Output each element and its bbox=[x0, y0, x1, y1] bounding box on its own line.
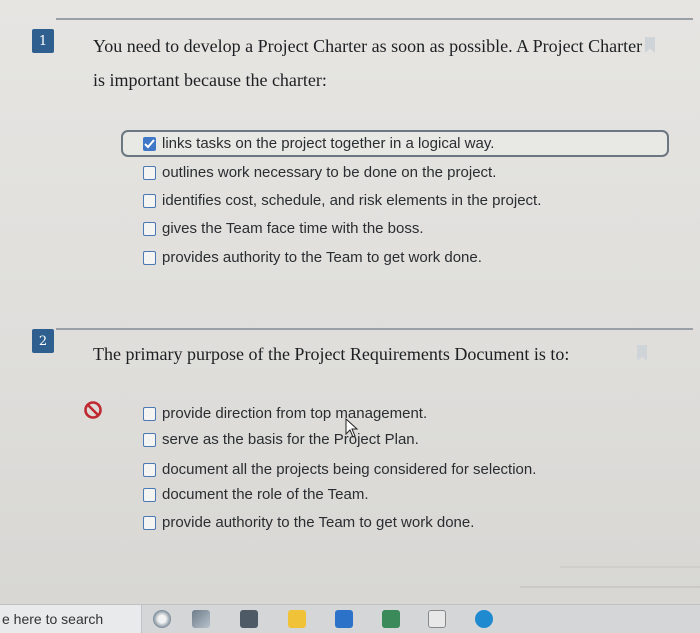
checkbox[interactable] bbox=[143, 515, 156, 530]
question-1-option-4[interactable]: gives the Team face time with the boss. bbox=[143, 220, 424, 237]
question-2-option-3[interactable]: document all the projects being consider… bbox=[143, 461, 536, 478]
file-explorer-icon[interactable] bbox=[240, 610, 258, 628]
checkbox-checked[interactable] bbox=[143, 136, 156, 151]
checkbox[interactable] bbox=[143, 406, 156, 421]
option-label: document the role of the Team. bbox=[162, 486, 369, 503]
question-2-number-badge: 2 bbox=[32, 329, 54, 353]
question-1-divider bbox=[56, 18, 693, 20]
app-icon[interactable] bbox=[428, 610, 446, 628]
question-2-option-1[interactable]: provide direction from top management. bbox=[143, 405, 427, 422]
task-view-icon[interactable] bbox=[192, 610, 210, 628]
question-2-option-5[interactable]: provide authority to the Team to get wor… bbox=[143, 514, 474, 531]
bookmark-icon[interactable] bbox=[645, 37, 655, 53]
windows-taskbar: e here to search bbox=[0, 604, 700, 633]
checkbox[interactable] bbox=[143, 432, 156, 447]
option-label: identifies cost, schedule, and risk elem… bbox=[162, 192, 542, 209]
app-icon[interactable] bbox=[382, 610, 400, 628]
store-icon[interactable] bbox=[288, 610, 306, 628]
checkmark-icon bbox=[144, 138, 155, 148]
screen-glare bbox=[520, 586, 700, 588]
option-label: provides authority to the Team to get wo… bbox=[162, 249, 482, 266]
checkbox[interactable] bbox=[143, 221, 156, 236]
question-1-option-3[interactable]: identifies cost, schedule, and risk elem… bbox=[143, 192, 541, 209]
option-label: serve as the basis for the Project Plan. bbox=[162, 431, 419, 448]
mail-icon[interactable] bbox=[335, 610, 353, 628]
checkbox[interactable] bbox=[143, 193, 156, 208]
quiz-screen: 1 You need to develop a Project Charter … bbox=[0, 0, 700, 633]
screen-glare bbox=[560, 566, 700, 568]
checkbox[interactable] bbox=[143, 165, 156, 180]
question-2-divider bbox=[56, 328, 693, 330]
question-2-text: The primary purpose of the Project Requi… bbox=[93, 344, 570, 364]
edge-icon[interactable] bbox=[475, 610, 493, 628]
question-1-option-5[interactable]: provides authority to the Team to get wo… bbox=[143, 249, 482, 266]
option-label: provide direction from top management. bbox=[162, 405, 428, 422]
cortana-icon[interactable] bbox=[153, 610, 171, 628]
question-1-option-2[interactable]: outlines work necessary to be done on th… bbox=[143, 164, 496, 181]
question-1-text-line1: You need to develop a Project Charter as… bbox=[93, 36, 643, 56]
option-label: gives the Team face time with the boss. bbox=[162, 220, 424, 237]
question-1-option-1[interactable]: links tasks on the project together in a… bbox=[143, 135, 494, 152]
question-2-option-2[interactable]: serve as the basis for the Project Plan. bbox=[143, 431, 419, 448]
checkbox[interactable] bbox=[143, 250, 156, 265]
option-label: links tasks on the project together in a… bbox=[162, 135, 495, 152]
mouse-pointer-icon bbox=[345, 418, 359, 438]
option-label: document all the projects being consider… bbox=[162, 461, 537, 478]
question-2-option-4[interactable]: document the role of the Team. bbox=[143, 486, 369, 503]
option-label: outlines work necessary to be done on th… bbox=[162, 164, 497, 181]
taskbar-search-box[interactable]: e here to search bbox=[0, 605, 142, 633]
checkbox[interactable] bbox=[143, 487, 156, 502]
bookmark-icon[interactable] bbox=[637, 345, 647, 361]
checkbox[interactable] bbox=[143, 462, 156, 477]
option-label: provide authority to the Team to get wor… bbox=[162, 514, 475, 531]
not-allowed-icon bbox=[84, 401, 102, 419]
question-1-text-line2: is important because the charter: bbox=[93, 70, 327, 90]
question-1-number-badge: 1 bbox=[32, 29, 54, 53]
